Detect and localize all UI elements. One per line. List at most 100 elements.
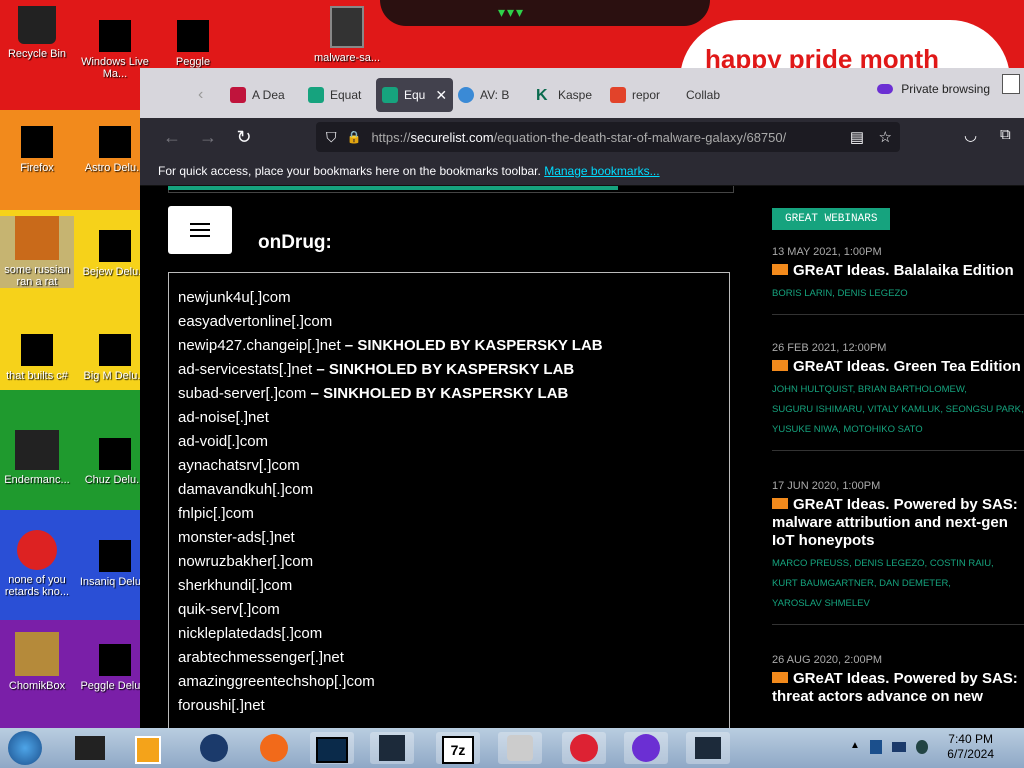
- webinar-title-text: malware attribution and next-gen: [772, 514, 1008, 531]
- network-icon[interactable]: [892, 742, 906, 752]
- tab-close-icon[interactable]: ✕: [435, 87, 447, 104]
- tab-repor[interactable]: repor: [610, 78, 660, 112]
- domain-name: ad-void[.]com: [178, 433, 269, 450]
- desktop-icon-chomikbox[interactable]: ChomikBox: [0, 632, 74, 692]
- tab-equ-active[interactable]: Equ ✕: [376, 78, 454, 112]
- forward-button[interactable]: →: [196, 126, 220, 148]
- media-player-icon[interactable]: [126, 732, 170, 764]
- security-shield-icon[interactable]: [870, 740, 882, 754]
- firefox-taskbar-icon[interactable]: [252, 732, 296, 764]
- terminal-taskbar-icon[interactable]: [310, 732, 354, 764]
- extensions-icon[interactable]: ⧉: [1000, 126, 1011, 143]
- tab-equat-1[interactable]: Equat: [308, 78, 361, 112]
- desktop-icon-endermanch[interactable]: Endermanc...: [0, 430, 74, 486]
- clock-time: 7:40 PM: [948, 732, 993, 746]
- domain-name: subad-server[.]com: [178, 385, 307, 402]
- domain-name: sherkhundi[.]com: [178, 577, 293, 594]
- clock[interactable]: 7:40 PM 6/7/2024: [947, 732, 994, 762]
- start-button[interactable]: [8, 731, 42, 765]
- domain-name: amazinggreentechshop[.]com: [178, 673, 375, 690]
- wallpaper-shape: [380, 0, 710, 26]
- domain-list-item: fnlpic[.]com: [178, 502, 603, 526]
- desktop-icon-label: Endermanc...: [4, 474, 70, 486]
- domain-list-item: quik-serv[.]com: [178, 598, 603, 622]
- tab-label: A Dea: [252, 88, 285, 102]
- tab-collab[interactable]: Collab: [686, 78, 720, 112]
- globe-icon[interactable]: [192, 732, 236, 764]
- list-all-tabs-button[interactable]: ‹: [198, 78, 203, 112]
- taskbar: 7z ▲ 7:40 PM 6/7/2024: [0, 728, 1024, 768]
- desktop-icon-label: some russian ran a rat: [4, 264, 70, 288]
- tab-av-b[interactable]: AV: B: [458, 78, 509, 112]
- webinar-title-link[interactable]: GReAT Ideas. Balalaika Edition: [772, 262, 1024, 280]
- author-line[interactable]: SUGURU ISHIMARU, VITALY KAMLUK, SEONGSU …: [772, 400, 1024, 420]
- url-text: https://securelist.com/equation-the-deat…: [371, 130, 786, 145]
- tab-label: Equat: [330, 88, 362, 102]
- tab-favicon-icon: [308, 87, 324, 103]
- back-button[interactable]: ←: [160, 126, 184, 148]
- tab-favicon-icon: [458, 87, 474, 103]
- webinar-title-line: threat actors advance on new: [772, 688, 1024, 706]
- pocket-icon[interactable]: ◡: [964, 126, 977, 144]
- webinar-date: 17 JUN 2020, 1:00PM: [772, 480, 881, 492]
- desktop-icon-firefox[interactable]: Firefox: [0, 126, 74, 174]
- rat-file-icon: [15, 216, 59, 260]
- desktop-icon-builts-cs[interactable]: that builts c#: [0, 334, 74, 382]
- webinar-title-link[interactable]: GReAT Ideas. Powered by SAS: threat actor…: [772, 670, 1024, 706]
- author-line[interactable]: YUSUKE NIWA, MOTOHIKO SATO: [772, 420, 1024, 440]
- window-restore-button[interactable]: [1002, 74, 1020, 94]
- desktop-icon-recycle-bin[interactable]: Recycle Bin: [0, 6, 74, 60]
- desktop-icon-malware-sample[interactable]: malware-sa...: [310, 6, 384, 64]
- domain-list-item: nickleplatedads[.]com: [178, 622, 603, 646]
- author-line[interactable]: YAROSLAV SHMELEV: [772, 594, 1024, 614]
- entry-divider: [772, 314, 1024, 315]
- url-bar[interactable]: ⛉ 🔒 https://securelist.com/equation-the-…: [316, 122, 900, 152]
- desktop-icon-label: malware-sa...: [313, 52, 381, 64]
- desktop-icon-label: Firefox: [20, 162, 54, 174]
- 7zip-icon[interactable]: 7z: [436, 732, 480, 764]
- tracking-protection-shield-icon[interactable]: ⛉: [326, 129, 337, 146]
- bejeweled-icon: [99, 230, 131, 262]
- domain-list-item: aynachatsrv[.]com: [178, 454, 603, 478]
- webinar-title-text: IoT honeypots: [772, 532, 875, 549]
- disk-utility-icon[interactable]: [498, 732, 542, 764]
- tray-expand-icon[interactable]: ▲: [850, 740, 860, 751]
- author-line[interactable]: BORIS LARIN, DENIS LEGEZO: [772, 284, 1024, 304]
- tab-a-dea[interactable]: A Dea: [230, 78, 285, 112]
- private-browsing-taskbar-icon[interactable]: [624, 732, 668, 764]
- webinar-entry: 26 AUG 2020, 2:00PM GReAT Ideas. Powered …: [772, 654, 1024, 706]
- author-line[interactable]: KURT BAUMGARTNER, DAN DEMETER,: [772, 574, 1024, 594]
- peggle-taskbar-icon[interactable]: [562, 732, 606, 764]
- url-scheme: https://: [371, 129, 411, 145]
- webinar-title-link[interactable]: GReAT Ideas. Green Tea Edition: [772, 358, 1024, 376]
- reader-view-icon[interactable]: ▤: [850, 128, 864, 146]
- domain-name: easyadvertonline[.]com: [178, 313, 333, 330]
- window-taskbar-icon[interactable]: [370, 732, 414, 764]
- navigation-toolbar: ← → ↻ ⛉ 🔒 https://securelist.com/equatio…: [140, 118, 1024, 156]
- hamburger-menu-button[interactable]: [168, 206, 232, 254]
- author-line[interactable]: MARCO PREUSS, DENIS LEGEZO, COSTIN RAIU,: [772, 554, 1024, 574]
- volume-icon[interactable]: [916, 740, 928, 754]
- webinar-authors: JOHN HULTQUIST, BRIAN BARTHOLOMEW, SUGURU…: [772, 380, 1024, 440]
- domain-list-item: ad-noise[.]net: [178, 406, 603, 430]
- great-webinars-badge[interactable]: GREAT WEBINARS: [772, 208, 891, 230]
- firefox-icon: [21, 126, 53, 158]
- domain-list-item: newip427.changeip[.]net – SINKHOLED BY K…: [178, 334, 603, 358]
- lock-icon[interactable]: 🔒: [347, 130, 362, 144]
- manage-bookmarks-link[interactable]: Manage bookmarks...: [544, 164, 659, 178]
- author-line[interactable]: JOHN HULTQUIST, BRIAN BARTHOLOMEW,: [772, 380, 1024, 400]
- domain-name: monster-ads[.]net: [178, 529, 295, 546]
- desktop-icon-russian-rat[interactable]: some russian ran a rat: [0, 216, 74, 288]
- monitor-taskbar-icon[interactable]: [686, 732, 730, 764]
- webinar-title-link[interactable]: GReAT Ideas. Powered by SAS: malware attr…: [772, 496, 1024, 550]
- webinar-title-text: GReAT Ideas. Powered by SAS:: [793, 496, 1018, 513]
- chuzzle-icon: [99, 438, 131, 470]
- desktop-icon-none-of-you[interactable]: none of you retards kno...: [0, 530, 74, 598]
- bookmark-star-icon[interactable]: ☆: [879, 128, 892, 146]
- domain-list-item: amazinggreentechshop[.]com: [178, 670, 603, 694]
- taskbar-app-icon[interactable]: [68, 732, 112, 764]
- webinar-entry: 17 JUN 2020, 1:00PM GReAT Ideas. Powered …: [772, 480, 1024, 625]
- webinar-entry: 13 MAY 2021, 1:00PM GReAT Ideas. Balalaik…: [772, 246, 1024, 315]
- reload-button[interactable]: ↻: [232, 126, 256, 148]
- tab-kaspe[interactable]: K Kaspe: [536, 78, 592, 112]
